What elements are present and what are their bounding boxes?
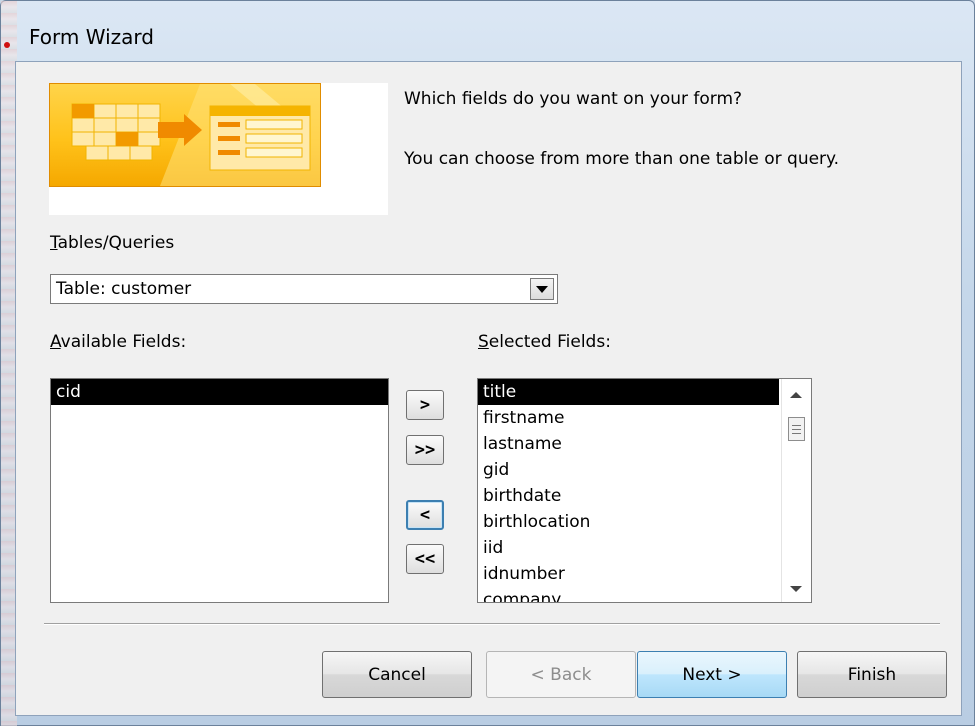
available-fields-label: Available Fields:	[50, 332, 186, 352]
cancel-button[interactable]: Cancel	[322, 651, 472, 698]
selected-fields-list[interactable]: title firstname lastname gid birthdate b…	[477, 378, 812, 603]
scroll-thumb[interactable]	[788, 417, 805, 441]
available-fields-label-text: vailable Fields:	[60, 332, 187, 352]
chevron-down-icon	[536, 285, 548, 293]
back-button[interactable]: < Back	[486, 651, 636, 698]
intro-question: Which fields do you want on your form?	[404, 89, 743, 109]
add-all-fields-button[interactable]: >>	[406, 435, 444, 465]
form-wizard-illustration-icon	[49, 83, 321, 187]
tables-queries-dropdown[interactable]: Table: customer	[50, 274, 558, 304]
list-item[interactable]: birthdate	[478, 483, 811, 509]
tables-queries-label: Tables/Queries	[50, 233, 174, 253]
dropdown-arrow-button[interactable]	[530, 278, 554, 300]
tables-queries-selected-value: Table: customer	[56, 279, 192, 299]
window-title: Form Wizard	[29, 25, 154, 49]
selected-fields-accelerator: S	[478, 332, 489, 352]
scroll-up-arrow-icon[interactable]	[790, 392, 802, 398]
form-wizard-window: Form Wizard Which fields do you want on …	[0, 0, 975, 726]
next-button[interactable]: Next >	[637, 651, 787, 698]
selected-fields-scrollbar[interactable]	[781, 379, 811, 602]
wizard-banner	[49, 83, 388, 215]
remove-all-fields-button[interactable]: <<	[406, 544, 444, 574]
list-item[interactable]: firstname	[478, 405, 811, 431]
selected-fields-label: Selected Fields:	[478, 332, 611, 352]
list-item[interactable]: lastname	[478, 431, 811, 457]
add-field-button[interactable]: >	[406, 390, 444, 420]
tables-queries-label-text: ables/Queries	[57, 233, 175, 253]
list-item[interactable]: birthlocation	[478, 509, 811, 535]
title-bar[interactable]: Form Wizard	[15, 1, 975, 61]
available-fields-accelerator: A	[50, 332, 61, 352]
tables-queries-accelerator: T	[50, 233, 58, 253]
list-item[interactable]: cid	[51, 379, 388, 405]
list-item[interactable]: iid	[478, 535, 811, 561]
footer-divider	[44, 623, 940, 625]
list-item[interactable]: title	[478, 379, 779, 405]
wizard-body: Which fields do you want on your form? Y…	[15, 61, 962, 716]
list-item[interactable]: idnumber	[478, 561, 811, 587]
finish-button[interactable]: Finish	[797, 651, 947, 698]
list-item[interactable]: company	[478, 587, 811, 602]
selected-fields-label-text: elected Fields:	[488, 332, 611, 352]
remove-field-button[interactable]: <	[406, 500, 444, 530]
intro-hint: You can choose from more than one table …	[404, 149, 840, 169]
red-marker-dot	[4, 42, 10, 48]
scroll-down-arrow-icon[interactable]	[790, 586, 802, 592]
list-item[interactable]: gid	[478, 457, 811, 483]
available-fields-list[interactable]: cid	[50, 378, 389, 603]
